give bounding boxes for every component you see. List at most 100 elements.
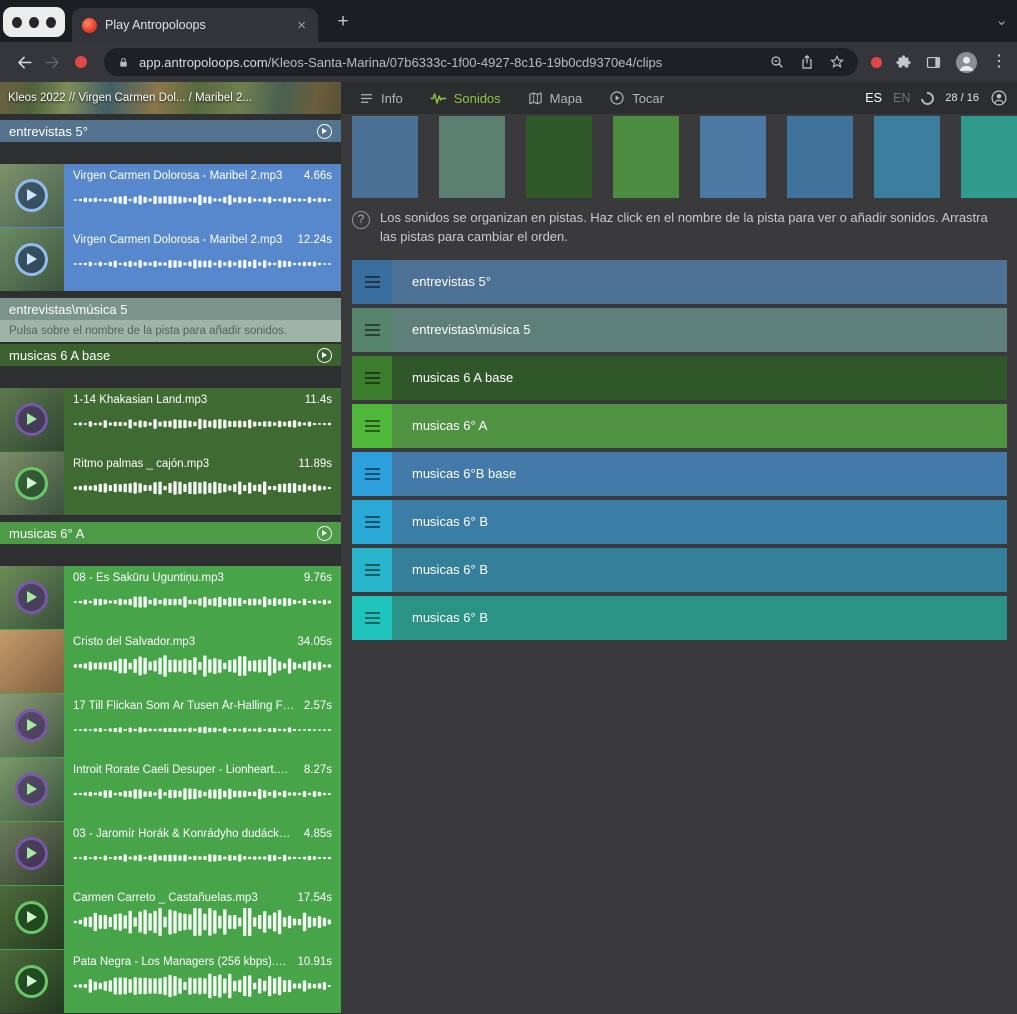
track-row-name[interactable]: entrevistas 5° [392, 260, 1007, 304]
track-row[interactable]: musicas 6° A [352, 404, 1007, 448]
track-row-name[interactable]: musicas 6° B [392, 596, 1007, 640]
browser-tab[interactable]: Play Antropoloops × [72, 8, 318, 42]
clip-item[interactable]: Virgen Carmen Dolorosa - Maribel 2.mp3 4… [0, 164, 341, 227]
track-row[interactable]: musicas 6°B base [352, 452, 1007, 496]
clip-play-icon[interactable] [15, 467, 48, 500]
extensions-puzzle-icon[interactable] [895, 54, 912, 71]
track-play-button[interactable] [317, 348, 332, 363]
side-panel-icon[interactable] [925, 54, 942, 71]
clip-thumbnail[interactable] [0, 630, 64, 693]
clip-play-icon[interactable] [15, 581, 48, 614]
clip-item[interactable]: Introit Rorate Caeli Desuper - Lionheart… [0, 758, 341, 821]
track-row-name[interactable]: musicas 6° B [392, 500, 1007, 544]
track-header[interactable]: musicas 6° A [0, 522, 341, 544]
clip-item[interactable]: 1-14 Khakasian Land.mp3 11.4s [0, 388, 341, 451]
clip-item[interactable]: Virgen Carmen Dolorosa - Maribel 2.mp3 1… [0, 228, 341, 291]
menu-kebab-icon[interactable]: ⋮ [991, 54, 1007, 70]
track-row-name[interactable]: musicas 6° B [392, 548, 1007, 592]
clip-item[interactable]: Pata Negra - Los Managers (256 kbps).mp3… [0, 950, 341, 1013]
tab-tocar[interactable]: Tocar [609, 90, 664, 106]
breadcrumb[interactable]: Kleos 2022 // Virgen Carmen Dol... / Mar… [0, 82, 341, 114]
window-minimize-button[interactable] [29, 17, 39, 28]
clip-thumbnail[interactable] [0, 228, 64, 291]
clip-play-icon[interactable] [15, 709, 48, 742]
track-header[interactable]: entrevistas\música 5 [0, 298, 341, 320]
clip-play-icon[interactable] [15, 403, 48, 436]
clip-thumbnail[interactable] [0, 566, 64, 629]
window-close-button[interactable] [12, 17, 22, 28]
recording-extension-icon[interactable] [871, 57, 882, 68]
clip-item[interactable]: 03 - Jaromír Horák & Konrádyho dudácká .… [0, 822, 341, 885]
clip-item[interactable]: Cristo del Salvador.mp3 34.05s [0, 630, 341, 693]
drag-handle-icon[interactable] [352, 308, 392, 352]
forward-button[interactable] [38, 48, 66, 76]
drag-handle-icon[interactable] [352, 500, 392, 544]
clip-play-icon[interactable] [15, 179, 48, 212]
clip-thumbnail[interactable] [0, 694, 64, 757]
track-row[interactable]: musicas 6° B [352, 500, 1007, 544]
track-row[interactable]: musicas 6 A base [352, 356, 1007, 400]
track-play-button[interactable] [317, 124, 332, 139]
clip-play-icon[interactable] [15, 901, 48, 934]
back-button[interactable] [10, 48, 38, 76]
track-header[interactable]: entrevistas 5° [0, 120, 341, 142]
track-row-name[interactable]: entrevistas\música 5 [392, 308, 1007, 352]
track-color-tile[interactable] [874, 116, 940, 198]
drag-handle-icon[interactable] [352, 356, 392, 400]
track-color-tile[interactable] [526, 116, 592, 198]
tab-sonidos[interactable]: Sonidos [430, 90, 501, 107]
drag-handle-icon[interactable] [352, 452, 392, 496]
bookmark-star-icon[interactable] [829, 54, 845, 70]
lang-es-button[interactable]: ES [865, 91, 882, 105]
clip-duration: 11.4s [305, 394, 332, 406]
clip-play-icon[interactable] [15, 837, 48, 870]
track-row-name[interactable]: musicas 6° A [392, 404, 1007, 448]
clip-thumbnail[interactable] [0, 822, 64, 885]
share-icon[interactable] [799, 54, 815, 70]
clip-item[interactable]: 08 - Es Sakūru Uguntiņu.mp3 9.76s [0, 566, 341, 629]
clip-play-icon[interactable] [15, 773, 48, 806]
track-row[interactable]: entrevistas 5° [352, 260, 1007, 304]
tab-list-chevron-icon[interactable]: ⌄ [995, 11, 1008, 29]
track-color-tile[interactable] [613, 116, 679, 198]
clip-thumbnail[interactable] [0, 164, 64, 227]
clip-item[interactable]: Ritmo palmas _ cajón.mp3 11.89s [0, 452, 341, 515]
clip-thumbnail[interactable] [0, 950, 64, 1013]
tab-info[interactable]: Info [359, 91, 403, 106]
close-tab-icon[interactable]: × [295, 18, 308, 33]
profile-avatar[interactable] [955, 51, 978, 74]
clip-play-icon[interactable] [15, 965, 48, 998]
clip-thumbnail[interactable] [0, 452, 64, 515]
drag-handle-icon[interactable] [352, 548, 392, 592]
drag-handle-icon[interactable] [352, 404, 392, 448]
address-url[interactable]: app.antropoloops.com/Kleos-Santa-Marina/… [139, 55, 760, 70]
window-zoom-button[interactable] [46, 17, 56, 28]
track-color-tile[interactable] [352, 116, 418, 198]
lang-en-button[interactable]: EN [893, 91, 910, 105]
track-row-name[interactable]: musicas 6°B base [392, 452, 1007, 496]
drag-handle-icon[interactable] [352, 596, 392, 640]
zoom-out-icon[interactable] [769, 54, 785, 70]
record-dot-icon[interactable] [75, 56, 87, 68]
tab-mapa[interactable]: Mapa [528, 91, 583, 106]
clip-thumbnail[interactable] [0, 388, 64, 451]
new-tab-button[interactable]: + [330, 9, 356, 35]
track-row[interactable]: entrevistas\música 5 [352, 308, 1007, 352]
track-header[interactable]: musicas 6 A base [0, 344, 341, 366]
clip-thumbnail[interactable] [0, 758, 64, 821]
clip-item[interactable]: Carmen Carreto _ Castañuelas.mp3 17.54s [0, 886, 341, 949]
track-color-tile[interactable] [700, 116, 766, 198]
track-row[interactable]: musicas 6° B [352, 596, 1007, 640]
clip-play-icon[interactable] [15, 243, 48, 276]
track-row[interactable]: musicas 6° B [352, 548, 1007, 592]
account-icon[interactable] [990, 89, 1008, 107]
track-row-name[interactable]: musicas 6 A base [392, 356, 1007, 400]
address-bar[interactable]: app.antropoloops.com/Kleos-Santa-Marina/… [104, 48, 858, 76]
track-color-tile[interactable] [961, 116, 1017, 198]
clip-thumbnail[interactable] [0, 886, 64, 949]
track-color-tile[interactable] [787, 116, 853, 198]
track-play-button[interactable] [317, 526, 332, 541]
track-color-tile[interactable] [439, 116, 505, 198]
drag-handle-icon[interactable] [352, 260, 392, 304]
clip-item[interactable]: 17 Till Flickan Som Är Tusen År-Halling … [0, 694, 341, 757]
